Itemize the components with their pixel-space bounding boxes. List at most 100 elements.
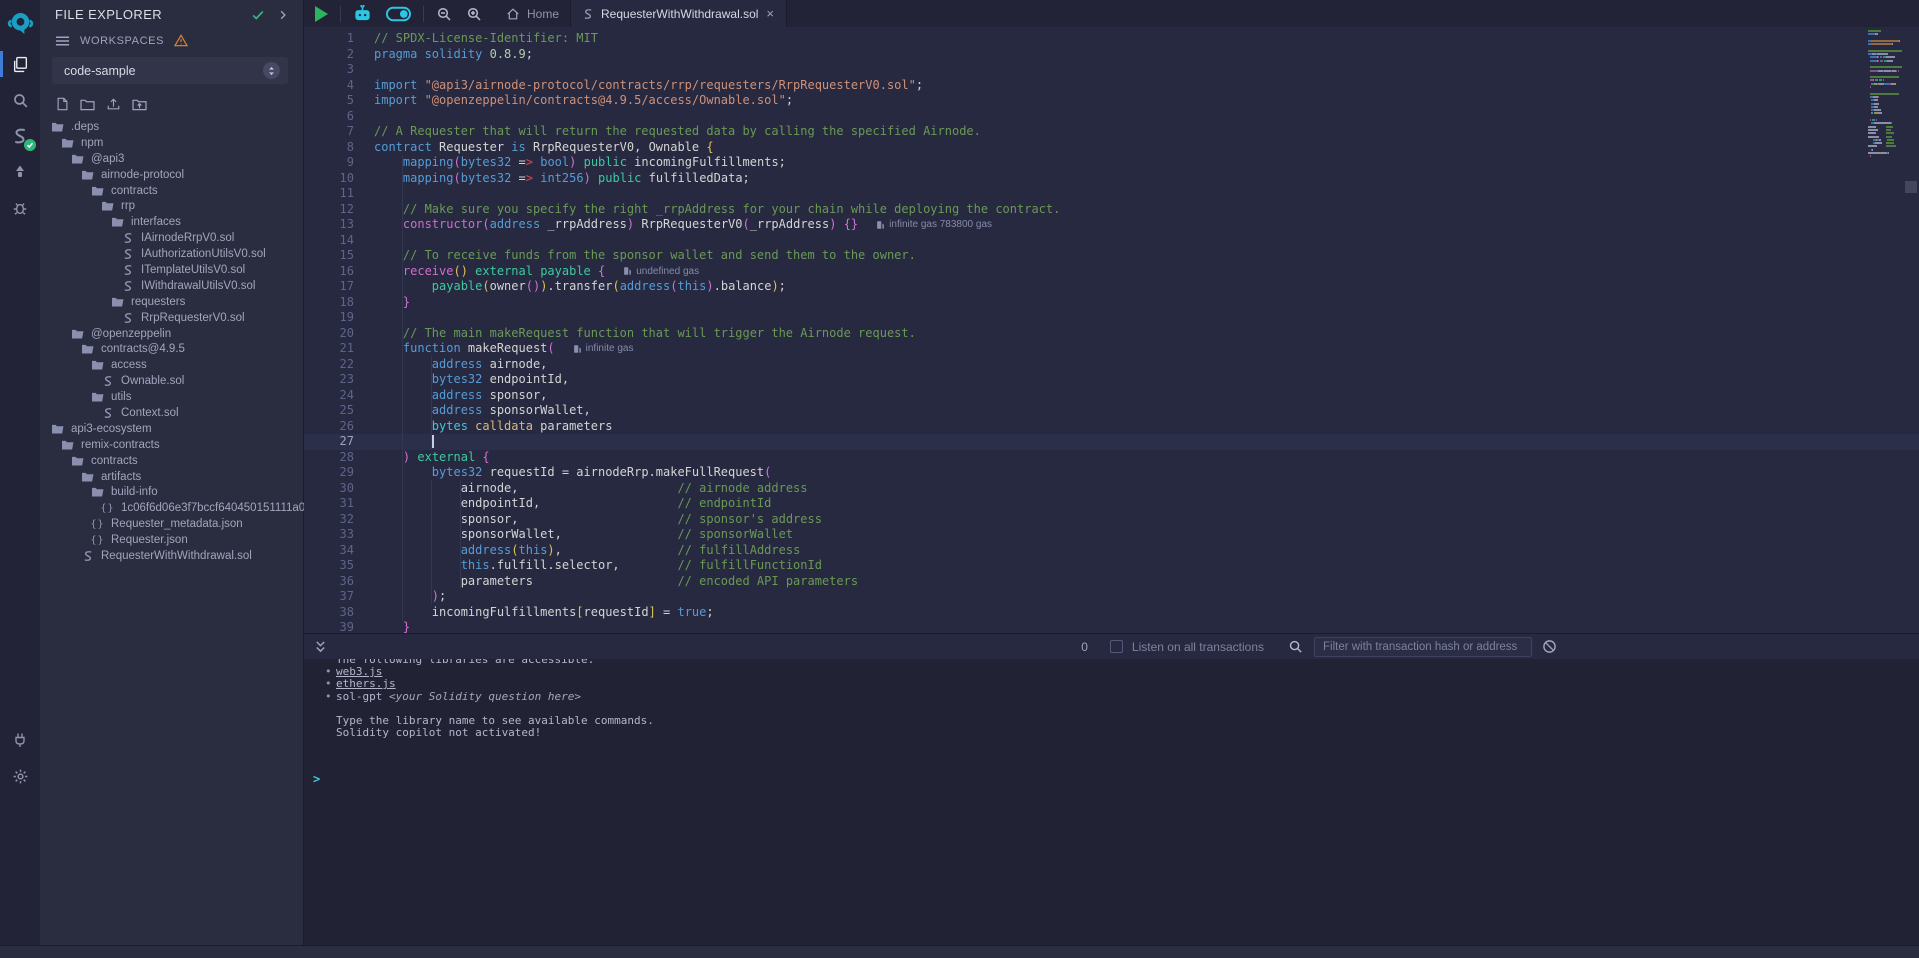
- terminal-prompt[interactable]: >: [313, 772, 320, 786]
- zoom-out-icon[interactable]: [429, 0, 459, 27]
- line-number[interactable]: 30: [304, 481, 354, 497]
- line-number[interactable]: 2: [304, 47, 354, 63]
- expand-terminal-icon[interactable]: [314, 640, 327, 654]
- file-explorer-icon[interactable]: [0, 46, 40, 82]
- code-line[interactable]: 29 bytes32 requestId = airnodeRrp.makeFu…: [304, 465, 1919, 481]
- close-tab-icon[interactable]: ×: [765, 6, 775, 21]
- plugin-manager-icon[interactable]: [0, 722, 40, 758]
- code-line[interactable]: 38 incomingFulfillments[requestId] = tru…: [304, 605, 1919, 621]
- line-number[interactable]: 23: [304, 372, 354, 388]
- line-number[interactable]: 14: [304, 233, 354, 249]
- new-file-icon[interactable]: [56, 97, 69, 111]
- minimap[interactable]: [1868, 30, 1902, 159]
- tab-requesterwithwithdrawal[interactable]: RequesterWithWithdrawal.sol ×: [570, 0, 787, 27]
- line-number[interactable]: 19: [304, 310, 354, 326]
- line-number[interactable]: 8: [304, 140, 354, 156]
- listen-checkbox[interactable]: [1110, 640, 1123, 653]
- tree-item[interactable]: access: [40, 357, 303, 373]
- code-line[interactable]: 15 // To receive funds from the sponsor …: [304, 248, 1919, 264]
- line-number[interactable]: 26: [304, 419, 354, 435]
- terminal[interactable]: The following libraries are accessible:•…: [304, 659, 1919, 945]
- tree-item[interactable]: npm: [40, 135, 303, 151]
- code-line[interactable]: 24 address sponsor,: [304, 388, 1919, 404]
- tree-item[interactable]: Ownable.sol: [40, 373, 303, 389]
- upload-file-icon[interactable]: [106, 97, 121, 111]
- tab-home[interactable]: Home: [495, 0, 570, 27]
- code-line[interactable]: 30 airnode, // airnode address: [304, 481, 1919, 497]
- tree-item[interactable]: contracts@4.9.5: [40, 341, 303, 357]
- tree-item[interactable]: {}Requester.json: [40, 532, 303, 548]
- tree-item[interactable]: contracts: [40, 453, 303, 469]
- line-number[interactable]: 21: [304, 341, 354, 357]
- code-line[interactable]: 36 parameters // encoded API parameters: [304, 574, 1919, 590]
- tree-item[interactable]: RequesterWithWithdrawal.sol: [40, 548, 303, 564]
- workspace-select[interactable]: code-sample: [52, 57, 288, 84]
- workspaces-menu-icon[interactable]: [55, 35, 70, 47]
- copilot-toggle-icon[interactable]: [379, 0, 418, 27]
- new-folder-icon[interactable]: [80, 98, 95, 111]
- tree-item[interactable]: {}Requester_metadata.json: [40, 516, 303, 532]
- search-icon[interactable]: [0, 82, 40, 118]
- code-line[interactable]: 27: [304, 434, 1919, 450]
- code-editor[interactable]: 1// SPDX-License-Identifier: MIT2pragma …: [304, 27, 1919, 633]
- tree-item[interactable]: ITemplateUtilsV0.sol: [40, 262, 303, 278]
- code-line[interactable]: 10 mapping(bytes32 => int256) public ful…: [304, 171, 1919, 187]
- remix-logo[interactable]: [0, 0, 40, 46]
- tree-item[interactable]: IWithdrawalUtilsV0.sol: [40, 278, 303, 294]
- deploy-run-icon[interactable]: [0, 154, 40, 190]
- terminal-line-link[interactable]: •web3.js: [336, 666, 1919, 678]
- line-number[interactable]: 38: [304, 605, 354, 621]
- code-line[interactable]: 28 ) external {: [304, 450, 1919, 466]
- code-line[interactable]: 3: [304, 62, 1919, 78]
- tree-item[interactable]: @openzeppelin: [40, 326, 303, 342]
- line-number[interactable]: 24: [304, 388, 354, 404]
- line-number[interactable]: 5: [304, 93, 354, 109]
- tree-item[interactable]: utils: [40, 389, 303, 405]
- settings-gear-icon[interactable]: [0, 758, 40, 794]
- line-number[interactable]: 34: [304, 543, 354, 559]
- clear-console-icon[interactable]: [1542, 639, 1557, 654]
- solidity-compiler-icon[interactable]: [0, 118, 40, 154]
- code-line[interactable]: 8contract Requester is RrpRequesterV0, O…: [304, 140, 1919, 156]
- line-number[interactable]: 3: [304, 62, 354, 78]
- code-line[interactable]: 25 address sponsorWallet,: [304, 403, 1919, 419]
- code-line[interactable]: 31 endpointId, // endpointId: [304, 496, 1919, 512]
- run-script-button[interactable]: [308, 0, 335, 27]
- code-line[interactable]: 37 );: [304, 589, 1919, 605]
- tree-item[interactable]: build-info: [40, 484, 303, 500]
- code-line[interactable]: 12 // Make sure you specify the right _r…: [304, 202, 1919, 218]
- tree-item[interactable]: interfaces: [40, 214, 303, 230]
- code-line[interactable]: 11: [304, 186, 1919, 202]
- tree-item[interactable]: artifacts: [40, 469, 303, 485]
- chevron-right-icon[interactable]: [277, 9, 289, 21]
- tree-item[interactable]: .deps: [40, 119, 303, 135]
- tree-item[interactable]: contracts: [40, 183, 303, 199]
- transaction-filter-input[interactable]: [1314, 637, 1532, 657]
- code-line[interactable]: 35 this.fulfill.selector, // fulfillFunc…: [304, 558, 1919, 574]
- line-number[interactable]: 16: [304, 264, 354, 280]
- line-number[interactable]: 37: [304, 589, 354, 605]
- line-number[interactable]: 12: [304, 202, 354, 218]
- code-line[interactable]: 1// SPDX-License-Identifier: MIT: [304, 31, 1919, 47]
- code-line[interactable]: 5import "@openzeppelin/contracts@4.9.5/a…: [304, 93, 1919, 109]
- code-line[interactable]: 19: [304, 310, 1919, 326]
- tree-item[interactable]: api3-ecosystem: [40, 421, 303, 437]
- line-number[interactable]: 18: [304, 295, 354, 311]
- code-line[interactable]: 22 address airnode,: [304, 357, 1919, 373]
- line-number[interactable]: 10: [304, 171, 354, 187]
- line-number[interactable]: 28: [304, 450, 354, 466]
- code-line[interactable]: 4import "@api3/airnode-protocol/contract…: [304, 78, 1919, 94]
- upload-folder-icon[interactable]: [132, 98, 147, 111]
- line-number[interactable]: 31: [304, 496, 354, 512]
- tree-item[interactable]: IAirnodeRrpV0.sol: [40, 230, 303, 246]
- tree-item[interactable]: Context.sol: [40, 405, 303, 421]
- line-number[interactable]: 17: [304, 279, 354, 295]
- line-number[interactable]: 33: [304, 527, 354, 543]
- line-number[interactable]: 7: [304, 124, 354, 140]
- line-number[interactable]: 4: [304, 78, 354, 94]
- line-number[interactable]: 35: [304, 558, 354, 574]
- line-number[interactable]: 9: [304, 155, 354, 171]
- tree-item[interactable]: requesters: [40, 294, 303, 310]
- tree-item[interactable]: IAuthorizationUtilsV0.sol: [40, 246, 303, 262]
- tree-item[interactable]: remix-contracts: [40, 437, 303, 453]
